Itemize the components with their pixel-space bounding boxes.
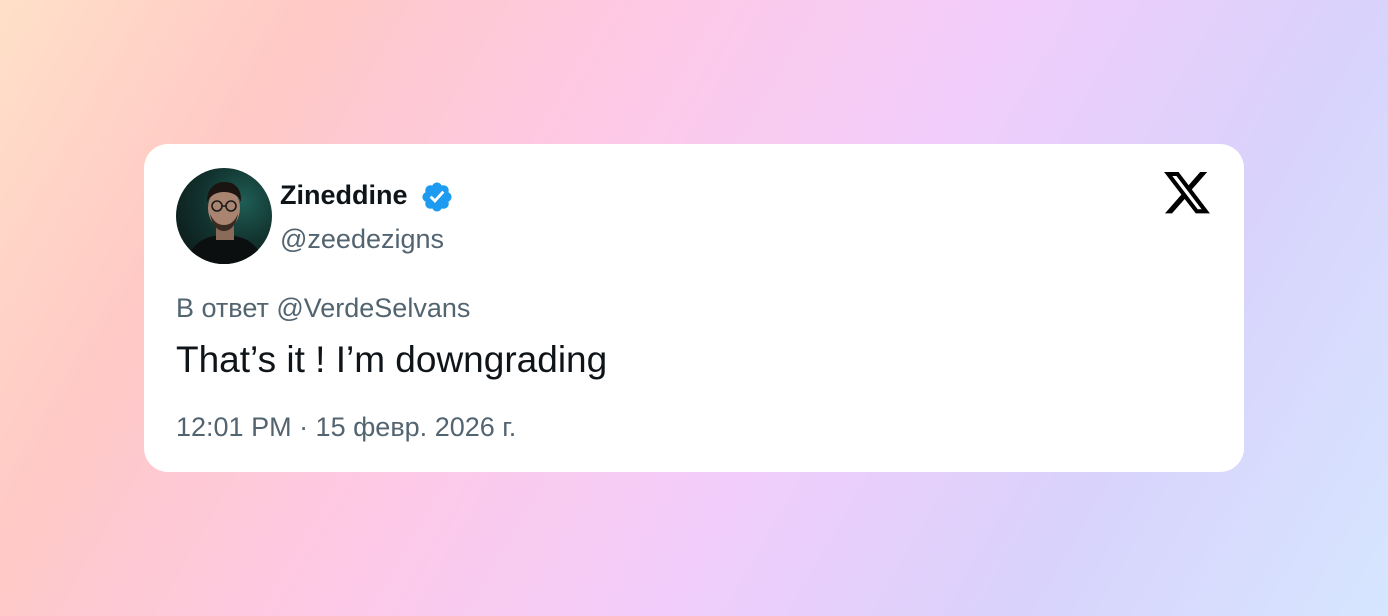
verified-badge-icon — [420, 180, 454, 214]
avatar-photo — [186, 182, 264, 264]
tweet-text: That’s it ! I’m downgrading — [176, 339, 608, 380]
tweet-card: Zineddine @zeedezigns В ответ @VerdeSelv… — [144, 144, 1244, 472]
user-handle[interactable]: @zeedezigns — [280, 222, 444, 256]
display-name[interactable]: Zineddine — [280, 178, 408, 212]
x-logo-icon[interactable] — [1164, 172, 1210, 214]
reply-to-label[interactable]: В ответ @VerdeSelvans — [176, 291, 470, 325]
avatar[interactable] — [176, 168, 272, 264]
tweet-timestamp[interactable]: 12:01 PM · 15 февр. 2026 г. — [176, 410, 516, 444]
